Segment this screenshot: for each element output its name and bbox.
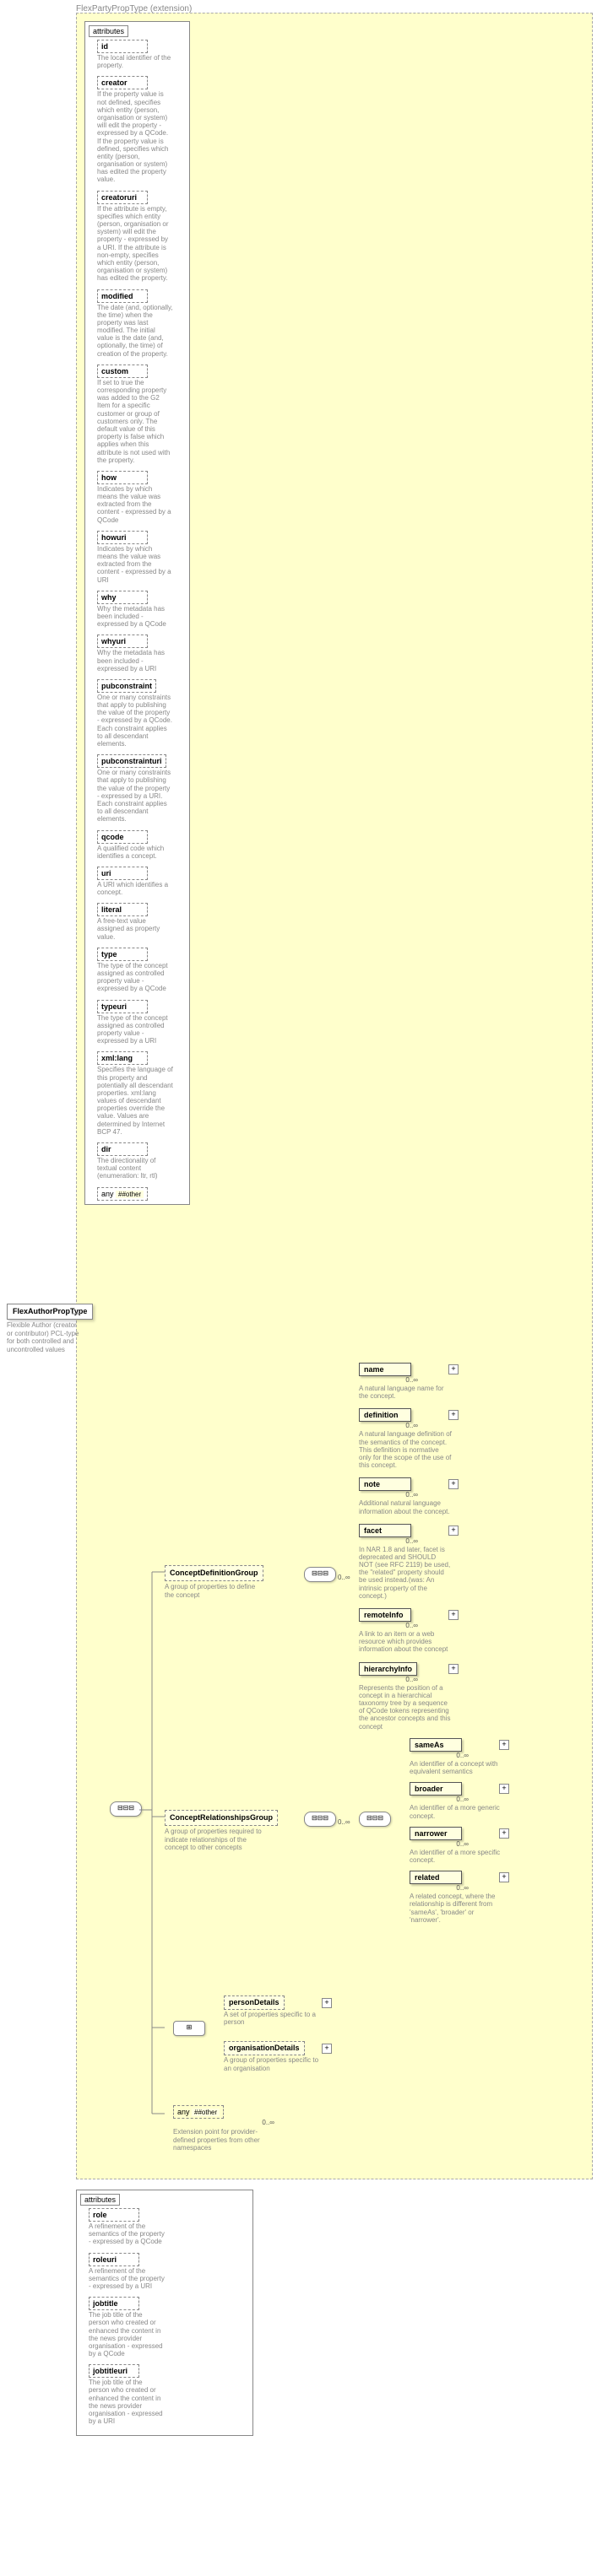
root-element: FlexAuthorPropType Flexible Author (crea… [7, 1304, 93, 1353]
expand-icon[interactable]: + [499, 1872, 509, 1882]
expand-icon[interactable]: + [322, 1998, 332, 2008]
card-rel: 0..∞ [338, 1818, 350, 1826]
attr-whyuri: whyuriWhy the metadata has been included… [97, 635, 186, 672]
card-def: 0..∞ [338, 1574, 350, 1581]
expand-icon[interactable]: + [499, 1740, 509, 1750]
attr-roleuri: roleuriA refinement of the semantics of … [89, 2253, 249, 2291]
element-personDetails: personDetails+ A set of properties speci… [224, 1995, 325, 2026]
attr-dir: dirThe directionality of textual content… [97, 1142, 186, 1180]
element-hierarchyInfo: hierarchyInfo+ 0..∞ Represents the posit… [359, 1662, 452, 1731]
expand-icon[interactable]: + [448, 1410, 459, 1420]
sequence-connector-main: ⊟⊟⊟ [110, 1801, 142, 1817]
root-desc: Flexible Author (creator or contributor)… [7, 1321, 83, 1353]
element-definition: definition+ 0..∞ A natural language defi… [359, 1408, 452, 1469]
attr-xml:lang: xml:langSpecifies the language of this p… [97, 1051, 186, 1136]
element-facet: facet+ 0..∞ In NAR 1.8 and later, facet … [359, 1524, 452, 1600]
attr-creatoruri: creatoruriIf the attribute is empty, spe… [97, 191, 186, 283]
expand-icon[interactable]: + [448, 1610, 459, 1620]
concept-definition-group: ConceptDefinitionGroup A group of proper… [165, 1565, 266, 1599]
choice-connector: ⊞ [173, 2021, 205, 2036]
expand-icon[interactable]: + [448, 1526, 459, 1536]
expand-icon[interactable]: + [499, 1784, 509, 1794]
any-attribute: any ##other [97, 1187, 148, 1201]
element-related: related+ 0..∞ A related concept, where t… [410, 1871, 502, 1924]
main-attributes-box: attributes idThe local identifier of the… [84, 21, 190, 1205]
element-narrower: narrower+ 0..∞ An identifier of a more s… [410, 1827, 502, 1864]
element-organisationDetails: organisationDetails+ A group of properti… [224, 2041, 325, 2071]
attr-how: howIndicates by which means the value wa… [97, 471, 186, 524]
seq-def: ⊟⊟⊟ [304, 1567, 336, 1582]
element-name: name+ 0..∞ A natural language name for t… [359, 1363, 452, 1400]
element-note: note+ 0..∞ Additional natural language i… [359, 1477, 452, 1515]
attr-modified: modifiedThe date (and, optionally, the t… [97, 289, 186, 358]
attr-jobtitle: jobtitleThe job title of the person who … [89, 2297, 249, 2357]
element-remoteInfo: remoteInfo+ 0..∞ A link to an item or a … [359, 1608, 452, 1654]
attr-id: idThe local identifier of the property. [97, 40, 186, 69]
attr-pubconstraint: pubconstraintOne or many constraints tha… [97, 679, 186, 748]
attr-howuri: howuriIndicates by which means the value… [97, 531, 186, 584]
attr-why: whyWhy the metadata has been included - … [97, 591, 186, 629]
attr-uri: uriA URI which identifies a concept. [97, 867, 186, 896]
attr-creator: creatorIf the property value is not defi… [97, 76, 186, 183]
extension-any: any ##other 0..∞ Extension point for pro… [173, 2105, 274, 2152]
element-sameAs: sameAs+ 0..∞ An identifier of a concept … [410, 1738, 502, 1775]
element-broader: broader+ 0..∞ An identifier of a more ge… [410, 1782, 502, 1819]
lower-attributes-box: attributes roleA refinement of the seman… [76, 2190, 253, 2436]
attr-pubconstrainturi: pubconstrainturiOne or many constraints … [97, 754, 186, 823]
attr-literal: literalA free-text value assigned as pro… [97, 903, 186, 941]
attr-role: roleA refinement of the semantics of the… [89, 2208, 249, 2246]
expand-icon[interactable]: + [448, 1364, 459, 1374]
root-label: FlexAuthorPropType [13, 1307, 87, 1315]
seq-rel: ⊟⊟⊟ [304, 1812, 336, 1827]
attr-type: typeThe type of the concept assigned as … [97, 948, 186, 993]
attr-typeuri: typeuriThe type of the concept assigned … [97, 1000, 186, 1045]
concept-relationships-group: ConceptRelationshipsGroup A group of pro… [165, 1810, 278, 1852]
seq-rel2: ⊟⊟⊟ [359, 1812, 391, 1827]
attr-jobtitleuri: jobtitleuriThe job title of the person w… [89, 2364, 249, 2425]
expand-icon[interactable]: + [448, 1479, 459, 1489]
attributes-header: attributes [89, 25, 128, 37]
expand-icon[interactable]: + [499, 1828, 509, 1839]
attr-qcode: qcodeA qualified code which identifies a… [97, 830, 186, 860]
attributes-header-lower: attributes [80, 2194, 120, 2206]
expand-icon[interactable]: + [448, 1664, 459, 1674]
attr-custom: customIf set to true the corresponding p… [97, 365, 186, 464]
expand-icon[interactable]: + [322, 2044, 332, 2054]
